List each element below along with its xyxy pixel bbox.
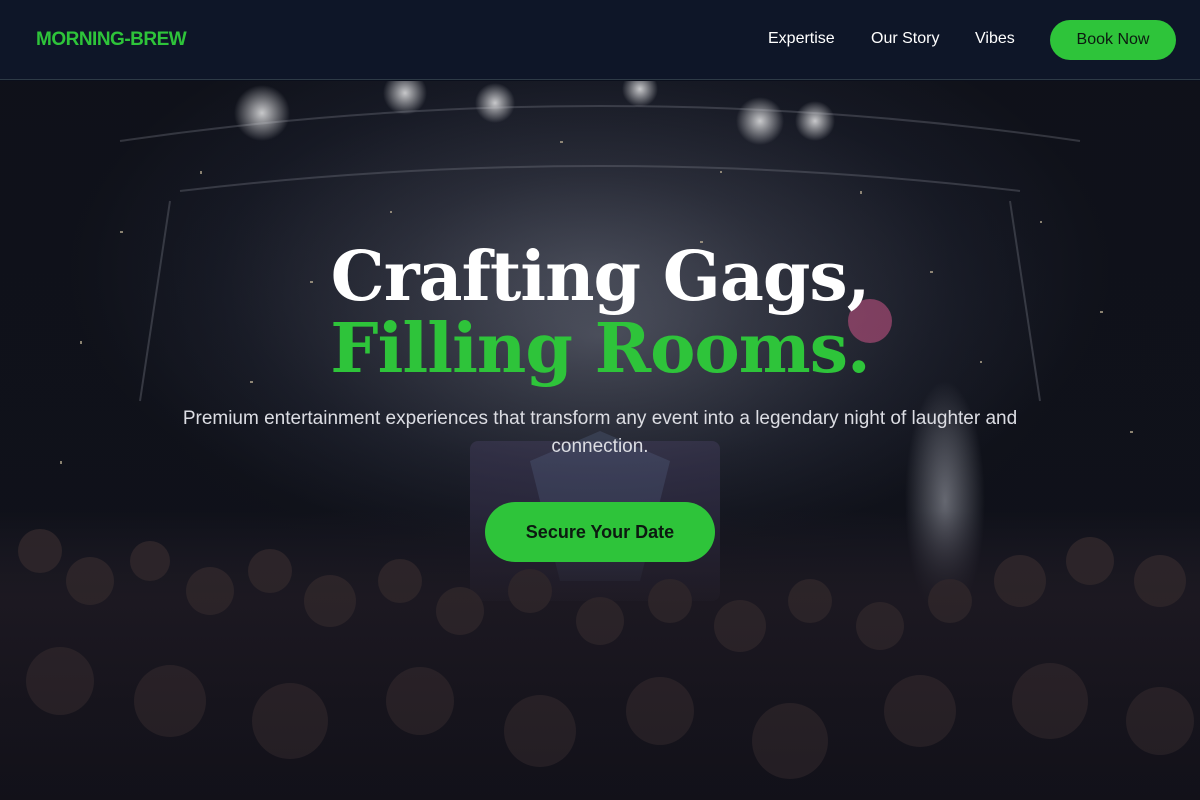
- brand-logo[interactable]: MORNING-BREW: [36, 29, 187, 51]
- book-now-button[interactable]: Book Now: [1050, 20, 1176, 60]
- nav-link-vibes[interactable]: Vibes: [975, 30, 1015, 48]
- nav-link-our-story[interactable]: Our Story: [871, 30, 939, 48]
- hero-headline: Crafting Gags, Filling Rooms.: [0, 241, 1200, 385]
- hero-headline-line-1: Crafting Gags,: [330, 237, 871, 317]
- hero-headline-line-2: Filling Rooms.: [330, 309, 870, 389]
- hero-subtitle: Premium entertainment experiences that t…: [182, 408, 1018, 457]
- secure-your-date-button[interactable]: Secure Your Date: [485, 502, 715, 562]
- nav-link-expertise[interactable]: Expertise: [768, 30, 835, 48]
- hero-section: Crafting Gags, Filling Rooms. Premium en…: [0, 81, 1200, 800]
- site-header: MORNING-BREW Expertise Our Story Vibes B…: [0, 0, 1200, 80]
